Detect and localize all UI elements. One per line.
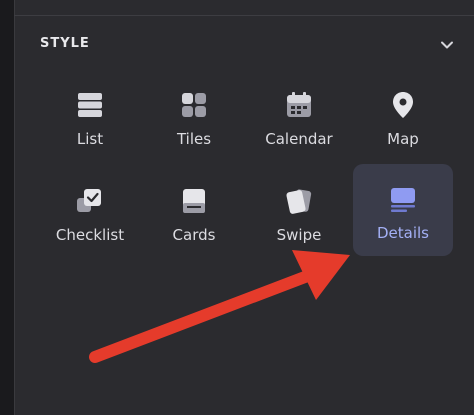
divider xyxy=(14,15,474,16)
details-icon xyxy=(391,188,415,212)
option-label: Details xyxy=(376,224,429,242)
calendar-icon xyxy=(287,92,311,117)
option-label: Cards xyxy=(172,226,216,244)
style-option-map[interactable]: Map xyxy=(353,70,453,162)
style-option-calendar[interactable]: Calendar xyxy=(249,70,349,162)
style-option-checklist[interactable]: Checklist xyxy=(40,166,140,258)
option-label: Swipe xyxy=(276,226,322,244)
option-label: List xyxy=(76,130,104,148)
style-option-swipe[interactable]: Swipe xyxy=(249,166,349,258)
chevron-down-icon[interactable] xyxy=(440,38,454,52)
list-icon xyxy=(78,93,102,117)
cards-icon xyxy=(183,189,205,213)
option-label: Map xyxy=(387,130,419,148)
map-pin-icon xyxy=(393,92,413,118)
option-label: Calendar xyxy=(265,130,333,148)
style-section-header[interactable]: STYLE xyxy=(40,36,458,54)
section-title: STYLE xyxy=(40,36,90,51)
style-option-cards[interactable]: Cards xyxy=(144,166,244,258)
checklist-icon xyxy=(77,189,101,212)
option-label: Tiles xyxy=(176,130,212,148)
swipe-icon xyxy=(286,189,312,214)
window-gutter xyxy=(0,0,14,415)
style-option-tiles[interactable]: Tiles xyxy=(144,70,244,162)
style-option-details[interactable]: Details xyxy=(353,164,453,256)
style-option-list[interactable]: List xyxy=(40,70,140,162)
option-label: Checklist xyxy=(55,226,125,244)
tiles-icon xyxy=(182,93,206,117)
